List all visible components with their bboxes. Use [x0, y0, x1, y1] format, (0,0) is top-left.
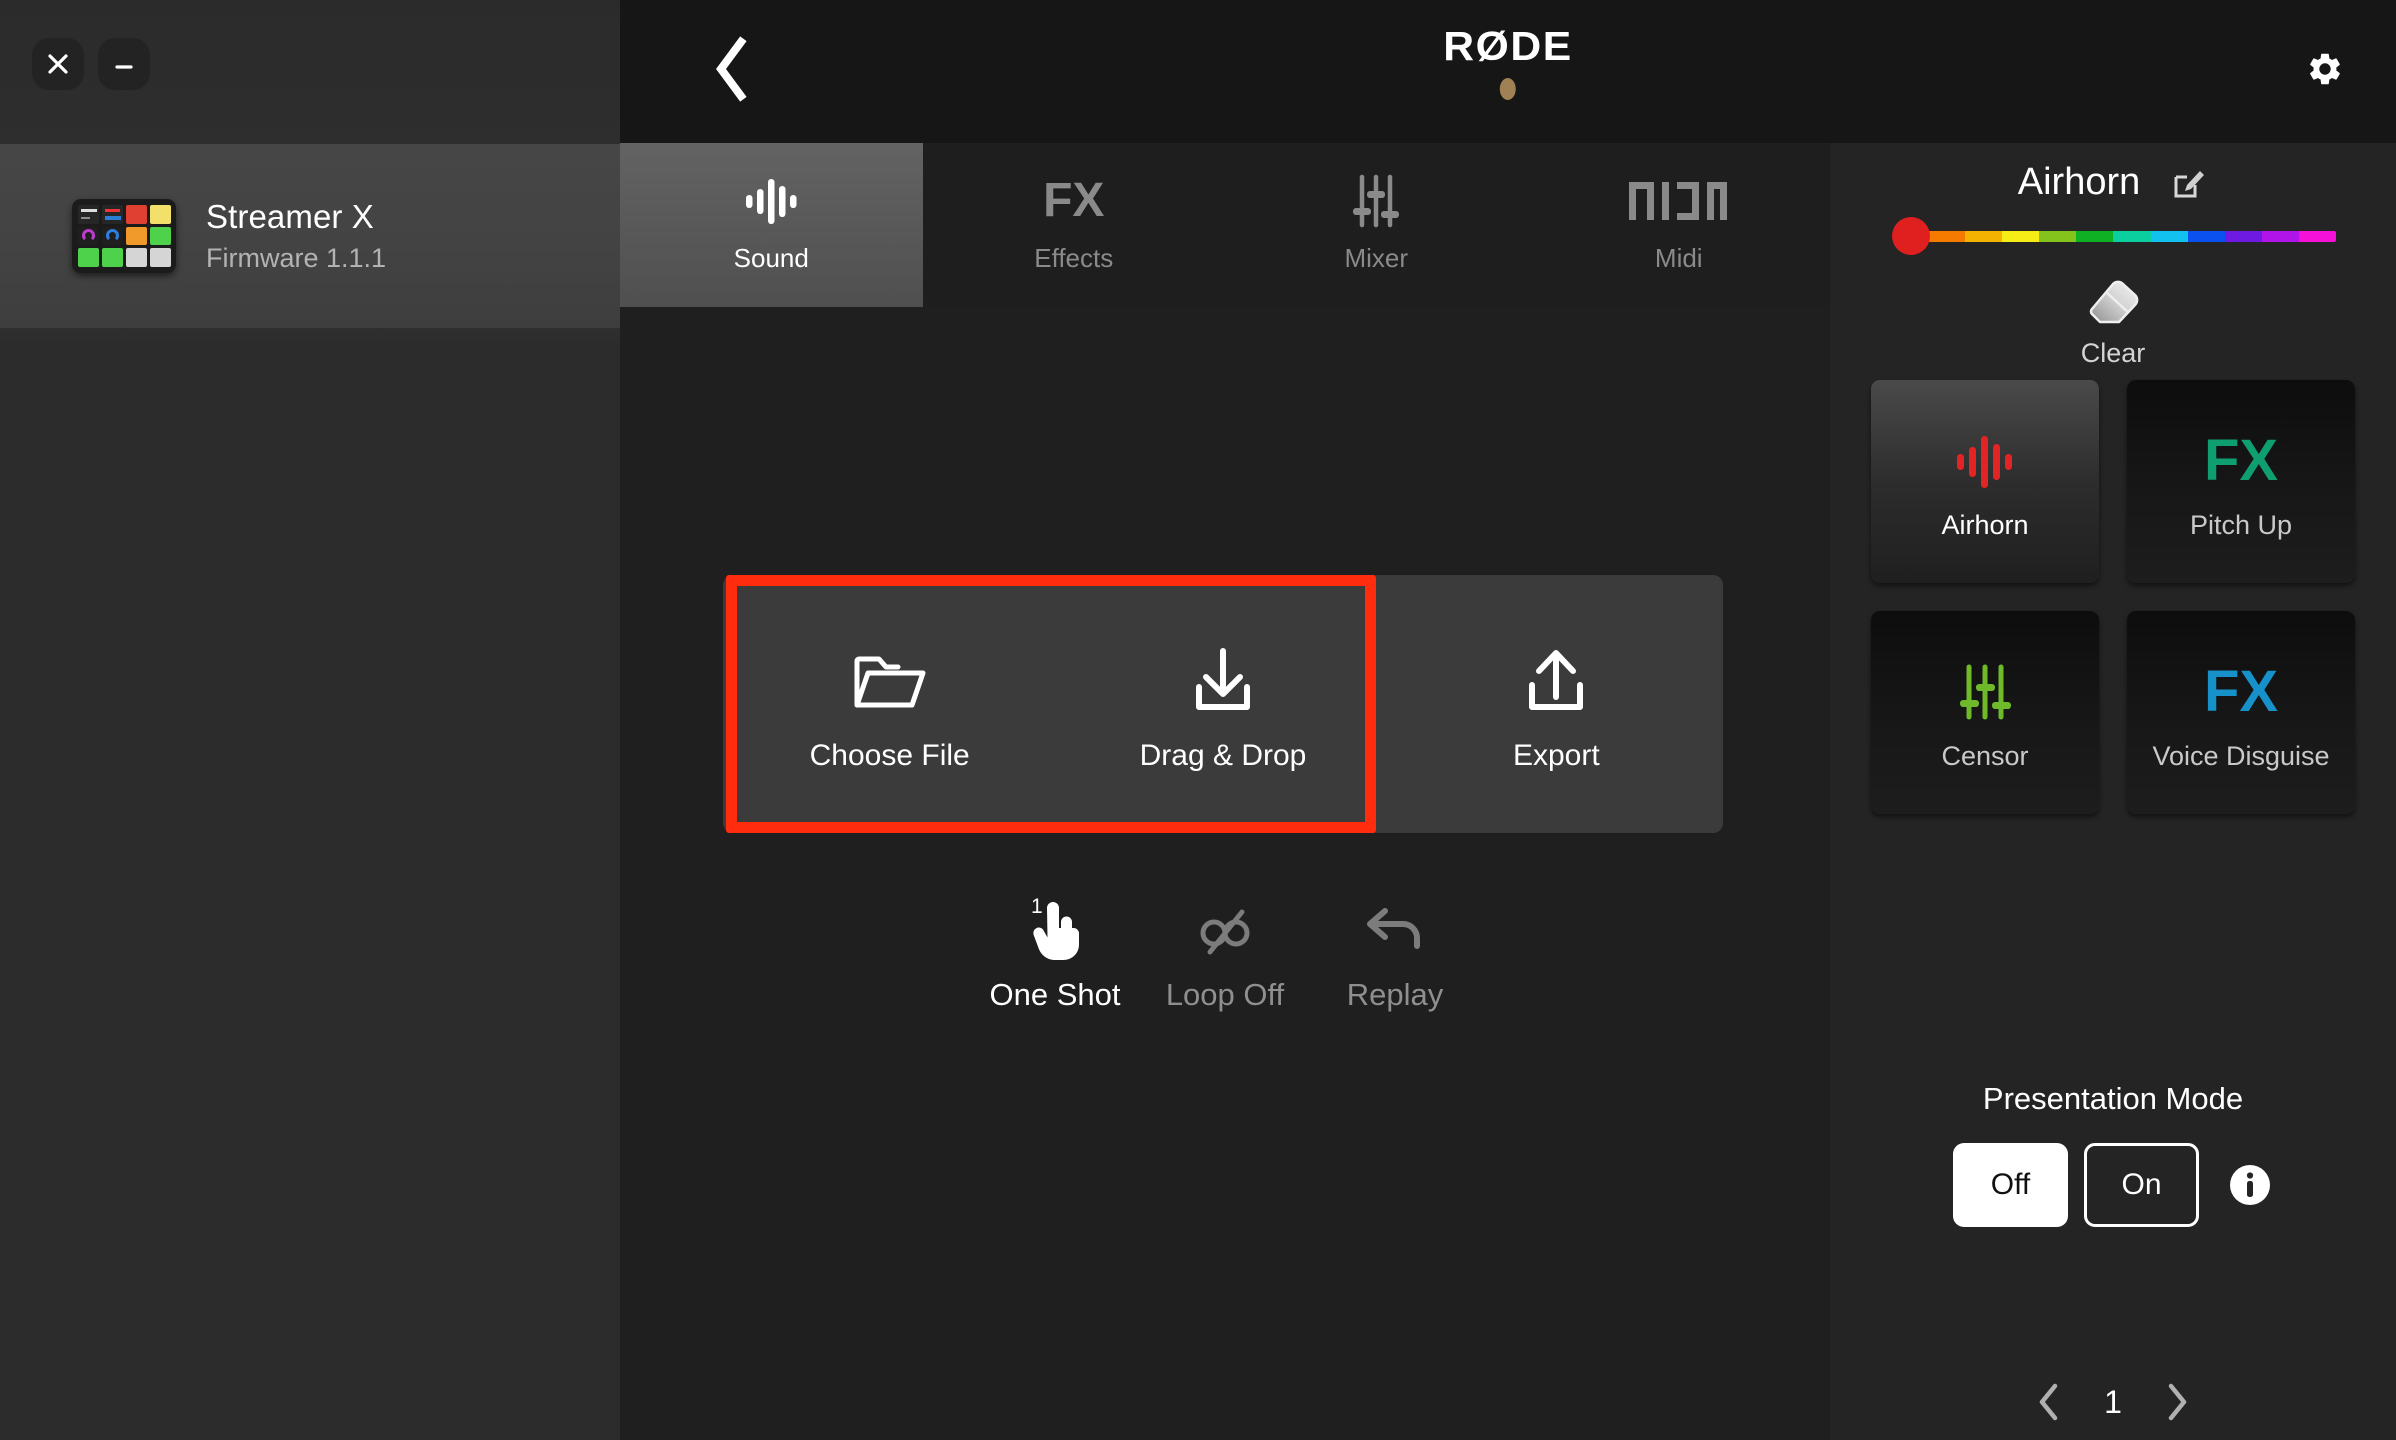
clear-label: Clear — [2080, 338, 2146, 368]
info-icon — [2230, 1165, 2270, 1205]
right-panel: Airhorn Clear Airhorn FX Pitch Up Censor… — [1830, 143, 2396, 1440]
device-firmware: Firmware 1.1.1 — [206, 243, 387, 273]
color-slider-track[interactable] — [1928, 231, 2336, 242]
download-arrow-icon — [1186, 635, 1260, 713]
export-label: Export — [1512, 739, 1600, 772]
close-icon — [48, 54, 68, 74]
tab-mixer-label: Mixer — [1344, 243, 1409, 273]
presentation-mode-info-button[interactable] — [2227, 1162, 2273, 1208]
pad-color-slider[interactable] — [1892, 217, 2336, 255]
brand-dot-icon — [1500, 78, 1516, 100]
waveform-icon — [740, 165, 802, 237]
tab-sound[interactable]: Sound — [620, 143, 923, 307]
brand-wordmark: RØDE — [1443, 23, 1573, 69]
pad-censor-label: Censor — [1941, 741, 2029, 771]
sliders-icon — [1952, 653, 2018, 731]
upload-arrow-icon — [1519, 635, 1593, 713]
window-controls — [32, 38, 150, 90]
pager-next-button[interactable] — [2159, 1380, 2195, 1424]
one-shot-badge: 1 — [1031, 895, 1043, 918]
choose-file-button[interactable]: Choose File — [723, 575, 1056, 833]
one-shot-label: One Shot — [989, 977, 1121, 1012]
topbar: RØDE — [620, 0, 2396, 143]
gear-icon — [2310, 53, 2340, 85]
sliders-icon — [1345, 165, 1407, 237]
export-button[interactable]: Export — [1390, 575, 1723, 833]
eraser-icon — [2084, 273, 2142, 334]
sidebar-item-device[interactable]: Streamer X Firmware 1.1.1 — [0, 144, 620, 328]
pad-title-row: Airhorn — [1830, 161, 2396, 204]
fx-text-icon: FX — [2203, 659, 2279, 724]
presentation-mode-toggle: Off On — [1953, 1143, 2273, 1227]
pad-censor[interactable]: Censor — [1871, 611, 2099, 814]
device-thumbnail — [72, 199, 176, 273]
fx-text-icon: FX — [1043, 174, 1105, 227]
replay-label: Replay — [1346, 977, 1444, 1012]
presentation-mode-on-button[interactable]: On — [2084, 1143, 2199, 1227]
close-button[interactable] — [32, 38, 84, 90]
pad-pitch-up-label: Pitch Up — [2189, 510, 2293, 540]
pad-airhorn-label: Airhorn — [1941, 510, 2029, 540]
presentation-mode-section: Presentation Mode Off On — [1830, 1081, 2396, 1227]
sidebar: Streamer X Firmware 1.1.1 — [0, 0, 620, 1440]
chevron-left-icon — [2039, 1383, 2058, 1421]
tab-bar: Sound FX Effects Mixer Midi — [620, 143, 1830, 307]
choose-file-label: Choose File — [809, 739, 970, 772]
replay-button[interactable]: Replay — [1310, 893, 1480, 1013]
pad-voice-disguise[interactable]: FX Voice Disguise — [2127, 611, 2355, 814]
folder-icon — [853, 635, 927, 713]
pad-pager: 1 — [1830, 1380, 2396, 1424]
loop-off-icon — [1194, 893, 1256, 969]
io-panel: Choose File Drag & Drop Export — [723, 575, 1723, 833]
app-root: Streamer X Firmware 1.1.1 RØDE Sound FX … — [0, 0, 2396, 1440]
pad-title: Airhorn — [2017, 161, 2141, 203]
chevron-left-icon — [716, 36, 747, 102]
tab-midi-label: Midi — [1654, 243, 1703, 273]
loop-off-button[interactable]: Loop Off — [1140, 893, 1310, 1013]
color-slider-thumb[interactable] — [1892, 217, 1930, 255]
clear-button[interactable]: Clear — [1830, 273, 2396, 369]
pager-prev-button[interactable] — [2031, 1380, 2067, 1424]
edit-pencil-icon — [2174, 170, 2205, 197]
pager-page-number: 1 — [2104, 1383, 2122, 1420]
brand-logo: RØDE — [1443, 23, 1573, 100]
back-button[interactable] — [695, 33, 767, 105]
undo-arrow-icon — [1363, 893, 1427, 969]
edit-name-button[interactable] — [2170, 164, 2208, 202]
main-content: Choose File Drag & Drop Export 1 One Sho… — [620, 307, 1830, 1440]
midi-icon — [1628, 165, 1729, 237]
play-mode-row: 1 One Shot Loop Off Replay — [620, 893, 1830, 1013]
tap-hand-icon: 1 — [1025, 893, 1085, 969]
settings-button[interactable] — [2292, 36, 2358, 102]
chevron-right-icon — [2168, 1383, 2187, 1421]
one-shot-button[interactable]: 1 One Shot — [970, 893, 1140, 1013]
pad-airhorn[interactable]: Airhorn — [1871, 380, 2099, 583]
presentation-mode-off-button[interactable]: Off — [1953, 1143, 2068, 1227]
drag-drop-label: Drag & Drop — [1139, 739, 1307, 772]
minimize-icon — [115, 65, 133, 69]
drag-drop-button[interactable]: Drag & Drop — [1056, 575, 1389, 833]
device-name: Streamer X — [206, 198, 374, 235]
presentation-mode-title: Presentation Mode — [1982, 1081, 2244, 1116]
loop-off-label: Loop Off — [1165, 977, 1285, 1012]
tab-effects-label: Effects — [1034, 243, 1114, 273]
pad-grid: Airhorn FX Pitch Up Censor FX Voice Disg… — [1871, 380, 2355, 814]
tab-sound-label: Sound — [733, 243, 809, 273]
fx-text-icon: FX — [2203, 428, 2279, 493]
pad-voice-disguise-label: Voice Disguise — [2152, 741, 2330, 771]
waveform-icon — [1951, 422, 2019, 500]
tab-midi[interactable]: Midi — [1528, 143, 1831, 307]
minimize-button[interactable] — [98, 38, 150, 90]
pad-pitch-up[interactable]: FX Pitch Up — [2127, 380, 2355, 583]
tab-mixer[interactable]: Mixer — [1225, 143, 1528, 307]
tab-effects[interactable]: FX Effects — [923, 143, 1226, 307]
